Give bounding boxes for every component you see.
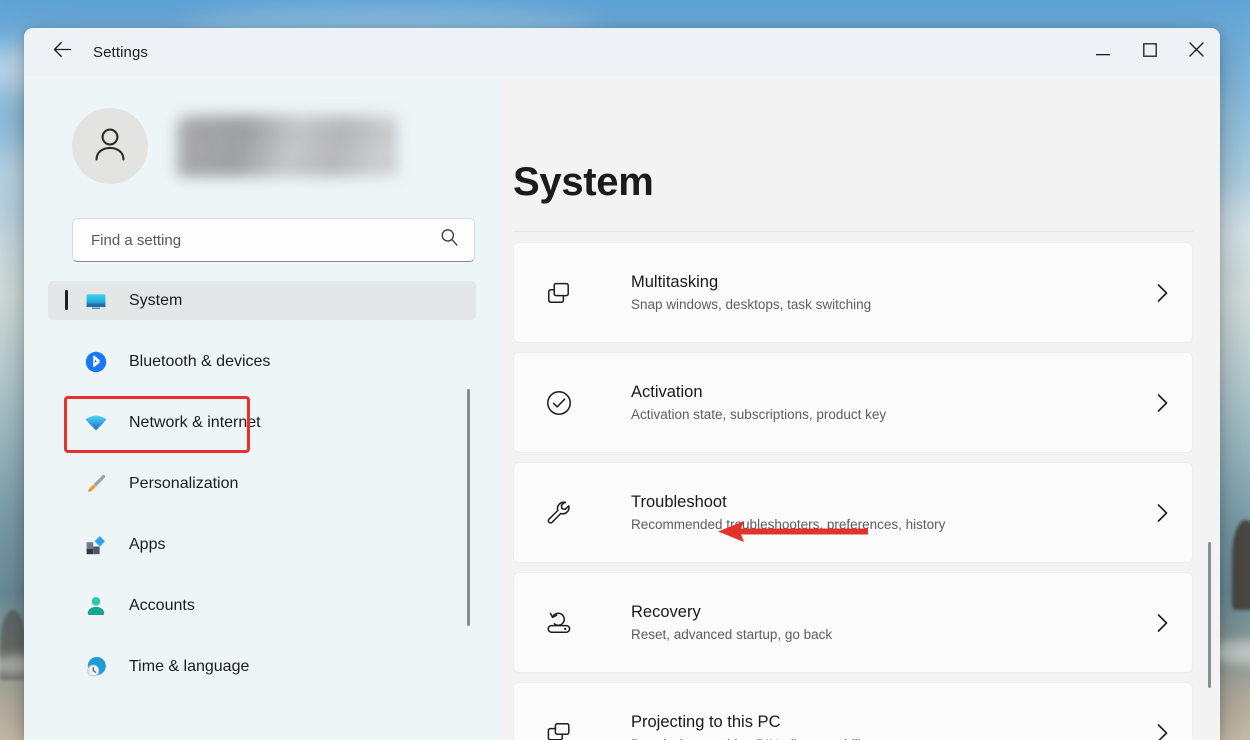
sidebar-item-label: Time & language — [129, 657, 250, 675]
main-content: System Multitasking Snap windows, deskto… — [500, 76, 1220, 740]
search-input[interactable] — [91, 231, 440, 249]
chevron-right-icon — [1154, 503, 1170, 523]
sidebar-item-label: Bluetooth & devices — [129, 352, 271, 370]
card-text: Recovery Reset, advanced startup, go bac… — [631, 601, 1154, 644]
recovery-drive-icon — [544, 608, 574, 638]
card-title: Activation — [631, 383, 703, 402]
person-avatar-icon — [89, 123, 131, 170]
person-icon — [84, 594, 108, 618]
chevron-right-icon — [1154, 723, 1170, 740]
account-row[interactable] — [72, 107, 500, 185]
avatar — [72, 108, 148, 184]
wifi-icon — [84, 411, 108, 435]
desktop-wallpaper: Settings Find a setting System Bluetooth… — [0, 0, 1250, 740]
settings-window: Settings Find a setting System Bluetooth… — [24, 28, 1220, 740]
sidebar-scrollbar[interactable] — [467, 389, 470, 626]
card-text: Projecting to this PC Permissions, pairi… — [631, 711, 1154, 740]
back-arrow-icon — [53, 41, 72, 63]
sidebar-item-system[interactable]: System — [48, 281, 476, 320]
card-subtitle: Recommended troubleshooters, preferences… — [631, 517, 946, 533]
check-circle-icon — [544, 388, 574, 418]
chevron-right-icon — [1154, 393, 1170, 413]
projecting-screens-icon — [544, 718, 574, 740]
globe-clock-icon — [84, 655, 108, 679]
sidebar-item-bluetooth-devices[interactable]: Bluetooth & devices — [48, 342, 476, 381]
monitor-icon — [84, 289, 108, 313]
search-box[interactable] — [72, 218, 475, 262]
card-subtitle: Activation state, subscriptions, product… — [631, 407, 887, 423]
back-button[interactable] — [44, 36, 80, 68]
chevron-right-icon — [1154, 283, 1170, 303]
sidebar-item-time-language[interactable]: Time & language — [48, 647, 476, 686]
maximize-icon — [1142, 42, 1157, 62]
close-button[interactable] — [1173, 28, 1220, 76]
maximize-button[interactable] — [1126, 28, 1173, 76]
card-subtitle: Reset, advanced startup, go back — [631, 627, 833, 643]
titlebar: Settings — [24, 28, 1220, 76]
paintbrush-icon — [84, 472, 108, 496]
settings-card-list: Multitasking Snap windows, desktops, tas… — [513, 242, 1193, 740]
bluetooth-icon — [84, 350, 108, 374]
page-title: System — [513, 160, 654, 204]
apps-icon — [84, 533, 108, 557]
card-text: Activation Activation state, subscriptio… — [631, 381, 1154, 424]
window-title: Settings — [93, 43, 148, 61]
sidebar-item-label: Personalization — [129, 474, 239, 492]
window-controls — [1079, 28, 1220, 76]
card-text: Troubleshoot Recommended troubleshooters… — [631, 491, 1154, 534]
sidebar-item-label: Apps — [129, 535, 166, 553]
sidebar-nav: System Bluetooth & devices Network & int… — [48, 281, 500, 686]
close-icon — [1189, 42, 1204, 62]
window-body: System Bluetooth & devices — [24, 76, 1220, 740]
sidebar-item-accounts[interactable]: Accounts — [48, 586, 476, 625]
sidebar: System Bluetooth & devices — [24, 76, 500, 740]
wrench-icon — [544, 498, 574, 528]
card-projecting-to-this-pc[interactable]: Projecting to this PC Permissions, pairi… — [513, 682, 1193, 740]
sidebar-item-label: Network & internet — [129, 413, 261, 431]
card-subtitle: Snap windows, desktops, task switching — [631, 297, 872, 313]
account-name-redacted — [177, 115, 397, 177]
content-divider — [513, 231, 1193, 232]
card-activation[interactable]: Activation Activation state, subscriptio… — [513, 352, 1193, 453]
card-text: Multitasking Snap windows, desktops, tas… — [631, 271, 1154, 314]
multitasking-windows-icon — [544, 278, 574, 308]
card-subtitle: Permissions, pairing PIN, discoverabilit… — [631, 736, 1154, 740]
card-recovery[interactable]: Recovery Reset, advanced startup, go bac… — [513, 572, 1193, 673]
sidebar-item-network-internet[interactable]: Network & internet — [48, 403, 476, 442]
card-title: Multitasking — [631, 273, 719, 292]
card-title: Recovery — [631, 603, 701, 622]
card-multitasking[interactable]: Multitasking Snap windows, desktops, tas… — [513, 242, 1193, 343]
main-scrollbar[interactable] — [1208, 542, 1211, 688]
sidebar-item-personalization[interactable]: Personalization — [48, 464, 476, 503]
minimize-icon — [1095, 43, 1110, 61]
sidebar-item-apps[interactable]: Apps — [48, 525, 476, 564]
search-icon[interactable] — [440, 228, 459, 252]
sidebar-item-label: Accounts — [129, 596, 195, 614]
chevron-right-icon — [1154, 613, 1170, 633]
card-title: Troubleshoot — [631, 493, 727, 512]
card-title: Projecting to this PC — [631, 713, 781, 732]
minimize-button[interactable] — [1079, 28, 1126, 76]
sidebar-item-label: System — [129, 291, 183, 309]
card-troubleshoot[interactable]: Troubleshoot Recommended troubleshooters… — [513, 462, 1193, 563]
